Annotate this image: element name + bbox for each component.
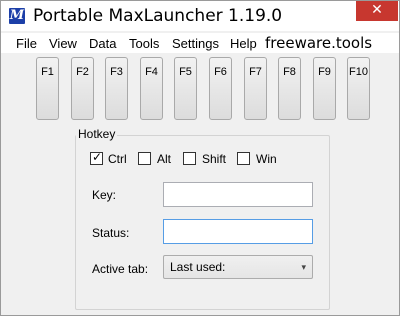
menu-file[interactable]: File [16,36,37,51]
app-window: M Portable MaxLauncher 1.19.0 ✕ File Vie… [0,0,400,316]
fkey-tab-f4[interactable]: F4 [140,57,163,120]
active-tab-value: Last used: [170,260,226,274]
alt-checkbox[interactable] [138,152,151,165]
fkey-label: F3 [110,66,123,78]
fkey-tab-f8[interactable]: F8 [278,57,301,120]
app-logo-icon: M [9,8,25,24]
fkey-label: F6 [214,66,227,78]
fkey-label: F1 [41,66,54,78]
fkey-label: F7 [249,66,262,78]
ctrl-checkbox[interactable]: ✓ [90,150,103,165]
win-label: Win [256,152,277,166]
active-tab-label: Active tab: [92,262,149,276]
fkey-tab-f3[interactable]: F3 [105,57,128,120]
fkey-tab-f6[interactable]: F6 [209,57,232,120]
close-button[interactable]: ✕ [356,1,398,21]
fkey-tab-f1[interactable]: F1 [36,57,59,120]
alt-label: Alt [157,152,172,166]
fkey-label: F2 [76,66,89,78]
shift-checkbox[interactable] [183,152,196,165]
brand-watermark: freeware.tools [265,34,373,52]
menu-bar: File View Data Tools Settings Help freew… [1,33,399,53]
fkey-tab-f2[interactable]: F2 [71,57,94,120]
checkmark-icon: ✓ [92,150,103,164]
shift-label: Shift [202,152,227,166]
title-bar: M Portable MaxLauncher 1.19.0 ✕ [1,1,399,31]
menu-help[interactable]: Help [230,36,257,51]
fkey-label: F5 [179,66,192,78]
fkey-tab-f7[interactable]: F7 [244,57,267,120]
menu-view[interactable]: View [49,36,77,51]
fkey-tab-f5[interactable]: F5 [174,57,197,120]
fkey-label: F8 [283,66,296,78]
fkey-label: F10 [349,66,368,78]
ctrl-label: Ctrl [108,152,127,166]
menu-tools[interactable]: Tools [129,36,159,51]
menu-data[interactable]: Data [89,36,116,51]
fkey-tab-f10[interactable]: F10 [347,57,370,120]
hotkey-group-label: Hotkey [76,127,118,141]
window-title: Portable MaxLauncher 1.19.0 [33,6,283,26]
key-label: Key: [92,188,117,202]
status-label: Status: [92,226,130,240]
fkey-tab-f9[interactable]: F9 [313,57,336,120]
win-checkbox[interactable] [237,152,250,165]
status-input[interactable] [163,219,313,244]
fkey-label: F4 [145,66,158,78]
fkey-label: F9 [318,66,331,78]
key-input[interactable] [163,182,313,207]
active-tab-select[interactable]: Last used: ▾ [163,255,313,279]
menu-settings[interactable]: Settings [172,36,219,51]
chevron-down-icon: ▾ [301,262,306,272]
